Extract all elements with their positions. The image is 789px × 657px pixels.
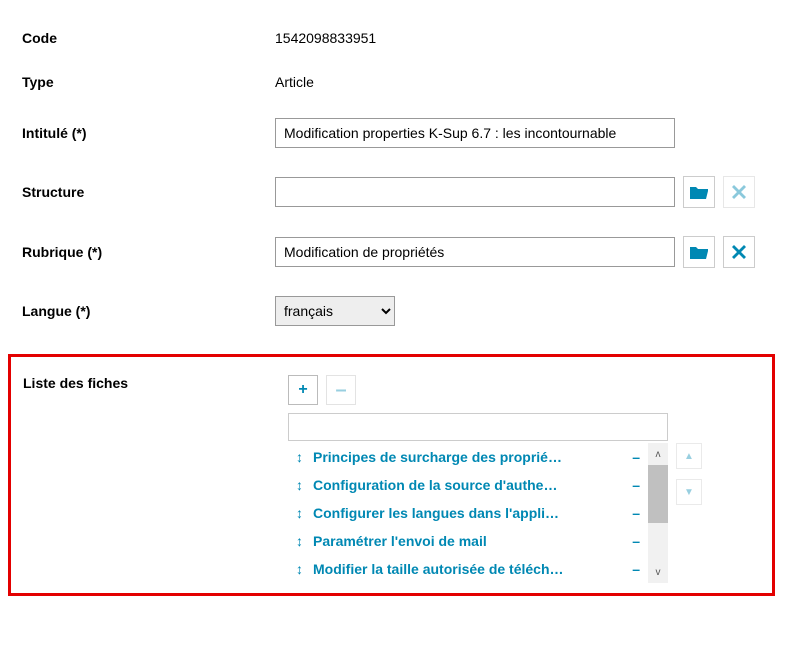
drag-icon[interactable]: ↕ bbox=[296, 449, 303, 465]
structure-input[interactable] bbox=[275, 177, 675, 207]
label-liste-fiches: Liste des fiches bbox=[21, 375, 288, 583]
list-item-label: Paramétrer l'envoi de mail bbox=[313, 533, 622, 549]
chevron-up-icon: ʌ bbox=[656, 449, 661, 460]
label-intitule: Intitulé (*) bbox=[20, 125, 275, 141]
label-langue: Langue (*) bbox=[20, 303, 275, 319]
langue-select[interactable]: français bbox=[275, 296, 395, 326]
label-type: Type bbox=[20, 74, 275, 90]
plus-icon: + bbox=[298, 381, 307, 399]
drag-icon[interactable]: ↕ bbox=[296, 561, 303, 577]
scrollbar[interactable]: ʌ v bbox=[648, 443, 668, 583]
rubrique-browse-button[interactable] bbox=[683, 236, 715, 268]
scroll-thumb[interactable] bbox=[648, 465, 668, 523]
value-type: Article bbox=[275, 74, 314, 90]
remove-item-button[interactable]: – bbox=[632, 533, 640, 549]
structure-browse-button[interactable] bbox=[683, 176, 715, 208]
add-fiche-button[interactable]: + bbox=[288, 375, 318, 405]
remove-item-button[interactable]: – bbox=[632, 449, 640, 465]
label-code: Code bbox=[20, 30, 275, 46]
arrow-up-icon: ▲ bbox=[684, 451, 694, 462]
folder-icon bbox=[690, 245, 708, 259]
liste-fiches-section: Liste des fiches + – ↕ Prin bbox=[8, 354, 775, 596]
rubrique-clear-button[interactable] bbox=[723, 236, 755, 268]
remove-item-button[interactable]: – bbox=[632, 505, 640, 521]
scroll-down-button[interactable]: v bbox=[648, 561, 668, 583]
drag-icon[interactable]: ↕ bbox=[296, 533, 303, 549]
fiches-list: ↕ Principes de surcharge des proprié… – … bbox=[288, 443, 648, 583]
list-item[interactable]: ↕ Modifier la taille autorisée de téléch… bbox=[288, 555, 648, 583]
label-structure: Structure bbox=[20, 184, 275, 200]
move-down-button[interactable]: ▼ bbox=[676, 479, 702, 505]
list-item[interactable]: ↕ Principes de surcharge des proprié… – bbox=[288, 443, 648, 471]
move-up-button[interactable]: ▲ bbox=[676, 443, 702, 469]
remove-fiche-button[interactable]: – bbox=[326, 375, 356, 405]
list-item-label: Principes de surcharge des proprié… bbox=[313, 449, 622, 465]
list-item[interactable]: ↕ Configuration de la source d'authe… – bbox=[288, 471, 648, 499]
drag-icon[interactable]: ↕ bbox=[296, 505, 303, 521]
list-item[interactable]: ↕ Paramétrer l'envoi de mail – bbox=[288, 527, 648, 555]
list-item[interactable]: ↕ Configurer les langues dans l'appli… – bbox=[288, 499, 648, 527]
chevron-down-icon: v bbox=[656, 567, 661, 578]
list-item-label: Configuration de la source d'authe… bbox=[313, 477, 622, 493]
folder-icon bbox=[690, 185, 708, 199]
value-code: 1542098833951 bbox=[275, 30, 376, 46]
arrow-down-icon: ▼ bbox=[684, 487, 694, 498]
intitule-input[interactable] bbox=[275, 118, 675, 148]
remove-item-button[interactable]: – bbox=[632, 477, 640, 493]
minus-icon: – bbox=[335, 379, 346, 402]
remove-item-button[interactable]: – bbox=[632, 561, 640, 577]
list-item-label: Modifier la taille autorisée de téléch… bbox=[313, 561, 622, 577]
rubrique-input[interactable] bbox=[275, 237, 675, 267]
close-icon bbox=[732, 245, 746, 259]
structure-clear-button[interactable] bbox=[723, 176, 755, 208]
close-icon bbox=[732, 185, 746, 199]
label-rubrique: Rubrique (*) bbox=[20, 244, 275, 260]
scroll-up-button[interactable]: ʌ bbox=[648, 443, 668, 465]
fiches-filter-input[interactable] bbox=[288, 413, 668, 441]
drag-icon[interactable]: ↕ bbox=[296, 477, 303, 493]
list-item-label: Configurer les langues dans l'appli… bbox=[313, 505, 622, 521]
scroll-track[interactable] bbox=[648, 465, 668, 561]
